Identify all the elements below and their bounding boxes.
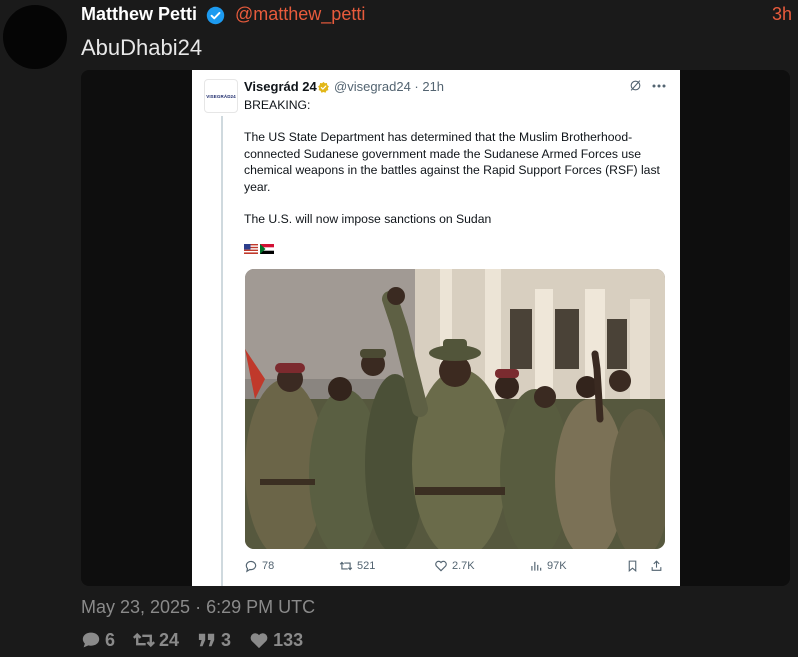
flag-emojis (244, 244, 274, 254)
media-attachment[interactable]: VISEGRÁD24 Visegrád 24 @visegrad24 · 21h… (81, 70, 790, 586)
embed-handle-time: @visegrad24 · 21h (334, 79, 445, 94)
likes-count: 133 (273, 629, 304, 650)
embed-view-count: 97K (529, 559, 567, 573)
soldiers-photo-illustration (245, 269, 665, 549)
bookmark-icon (626, 559, 639, 573)
share-icon (650, 559, 663, 573)
repost-icon (339, 561, 353, 571)
comments-count: 6 (105, 629, 116, 650)
embed-paragraph: BREAKING: (244, 98, 311, 112)
like-icon (435, 560, 447, 572)
author-name[interactable]: Matthew Petti (81, 3, 197, 25)
verified-badge-icon (206, 6, 225, 25)
embed-repost-label: 521 (357, 560, 376, 572)
post-text: AbuDhabi24 (81, 35, 203, 60)
embed-view-label: 97K (547, 560, 567, 572)
comments-stat[interactable]: 6 (81, 630, 115, 651)
embed-repost-count: 521 (339, 559, 375, 573)
repost-icon (133, 632, 156, 648)
embed-paragraph: The U.S. will now impose sanctions on Su… (244, 212, 492, 227)
heart-icon (250, 633, 268, 649)
embedded-news-photo (245, 269, 665, 549)
more-options-icon (652, 84, 666, 87)
quotes-stat[interactable]: 3 (197, 630, 231, 651)
embed-paragraph: The US State Department has determined t… (244, 130, 660, 194)
embedded-tweet-screenshot: VISEGRÁD24 Visegrád 24 @visegrad24 · 21h… (192, 70, 680, 586)
author-avatar[interactable] (3, 5, 67, 69)
sudan-flag-icon (260, 244, 274, 254)
post-timestamp[interactable]: May 23, 2025 · 6:29 PM UTC (81, 597, 315, 618)
embed-action-bar: 78 521 2.7K 97K (244, 559, 668, 577)
embed-body: BREAKING: The US State Department has de… (244, 97, 664, 243)
embed-avatar: VISEGRÁD24 (204, 79, 238, 113)
author-handle[interactable]: @matthew_petti (235, 3, 365, 25)
post-time-ago[interactable]: 3h (772, 3, 792, 25)
embed-toolbar (629, 79, 666, 92)
embed-author-name: Visegrád 24 (244, 79, 317, 94)
thread-line (221, 116, 223, 586)
reply-icon (245, 560, 257, 573)
reposts-stat[interactable]: 24 (133, 630, 179, 651)
post-stats: 6 24 3 133 (81, 629, 321, 651)
embed-reply-label: 78 (262, 560, 275, 572)
views-icon (531, 561, 542, 571)
gold-verified-icon (318, 81, 329, 93)
post-header: Matthew Petti @matthew_petti 3h (81, 3, 792, 25)
likes-stat[interactable]: 133 (249, 630, 303, 651)
grok-icon (630, 80, 641, 91)
embed-like-label: 2.7K (452, 560, 475, 572)
reposts-count: 24 (159, 629, 180, 650)
us-flag-icon (244, 244, 258, 254)
quotes-count: 3 (221, 629, 232, 650)
embed-avatar-logo-text: VISEGRÁD24 (206, 93, 236, 99)
embed-like-count: 2.7K (434, 559, 475, 573)
comment-icon (82, 632, 100, 648)
embed-reply-count: 78 (244, 559, 274, 573)
quote-icon (198, 633, 215, 647)
